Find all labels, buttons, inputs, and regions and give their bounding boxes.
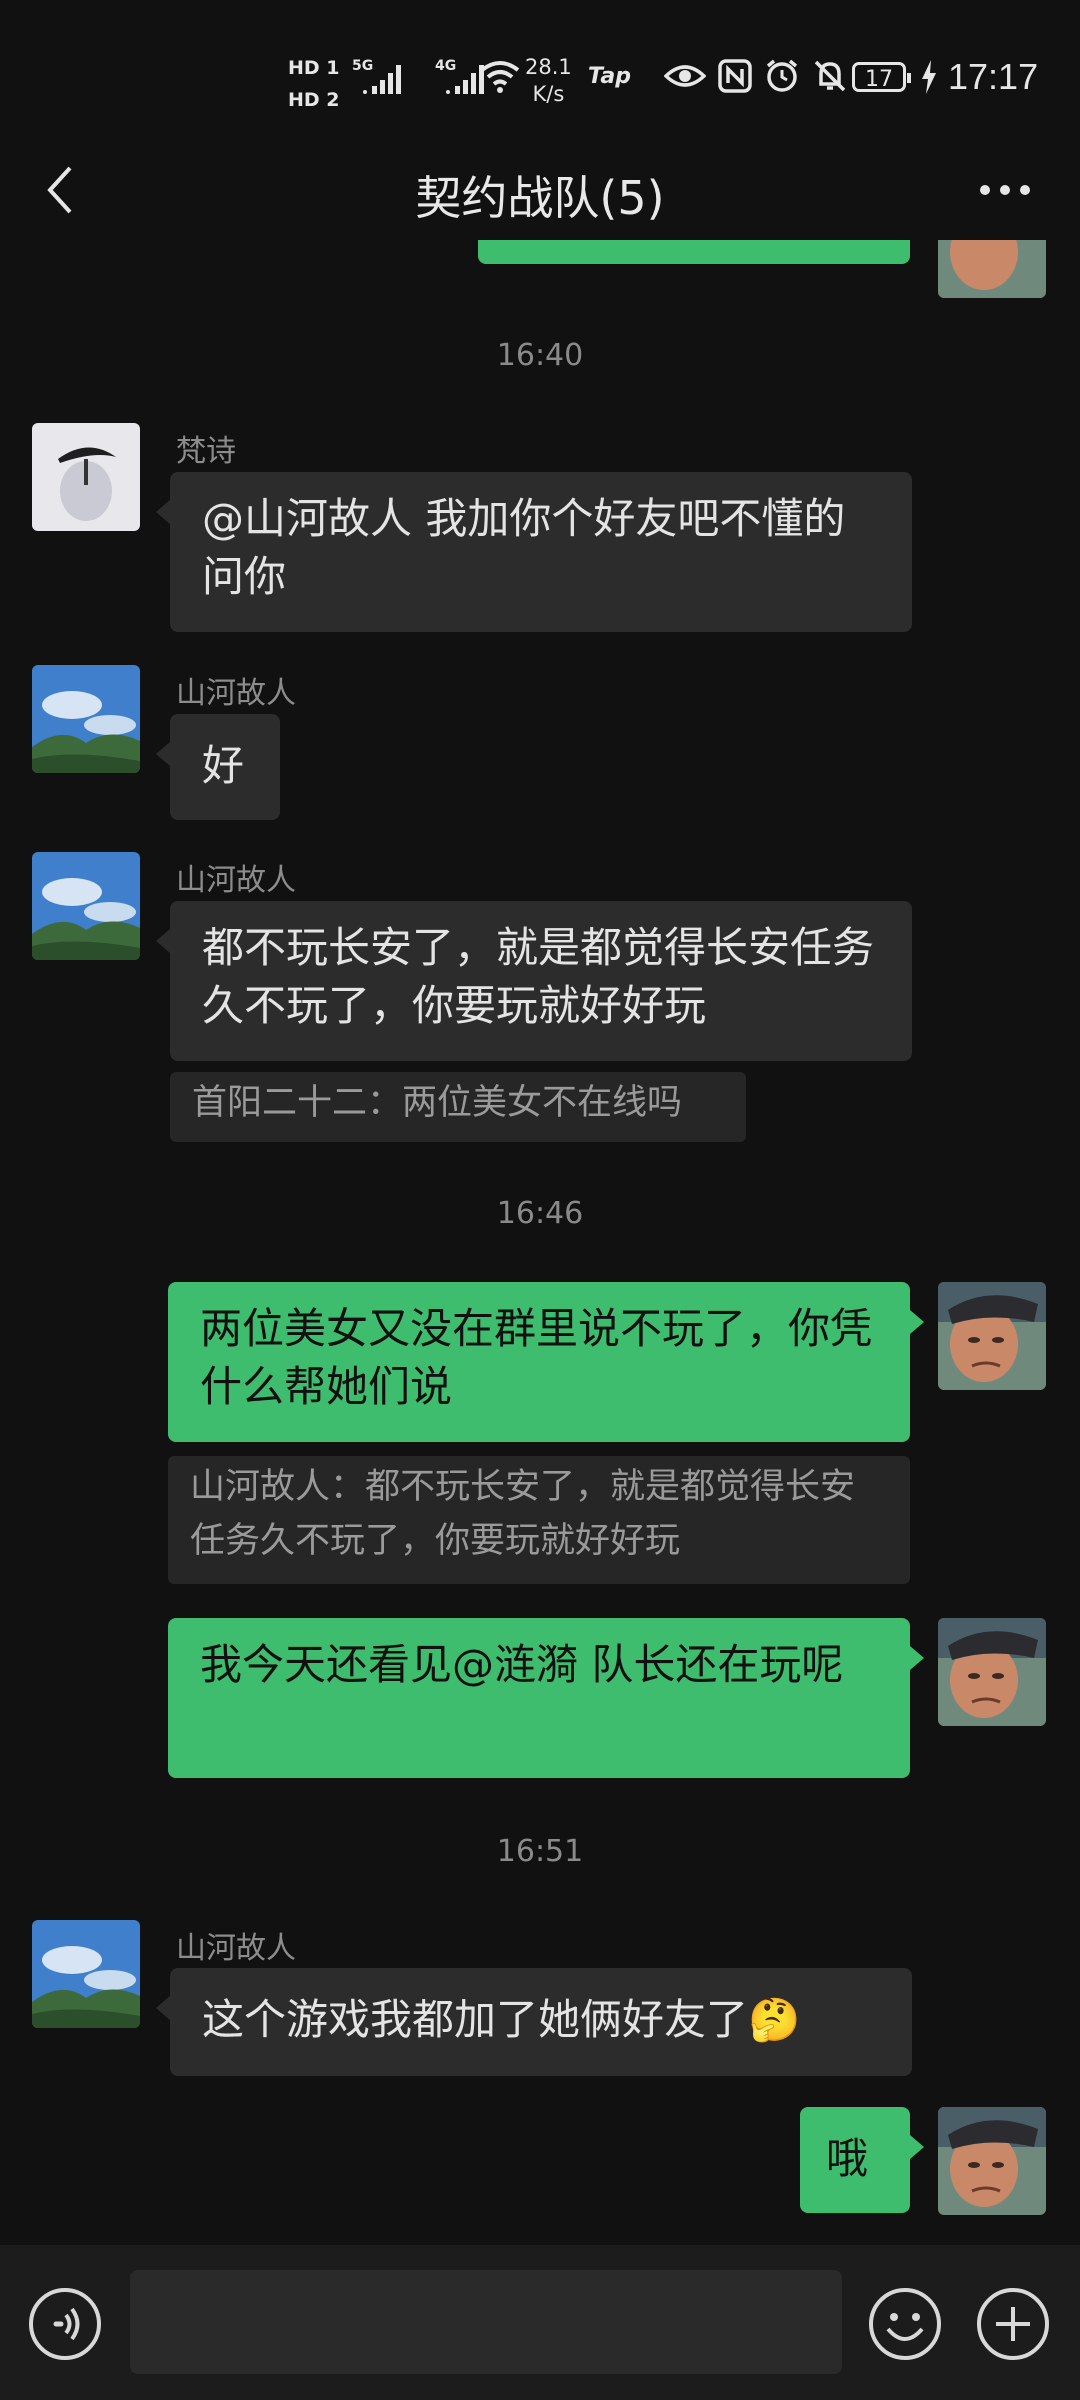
message-bubble[interactable]: 都不玩长安了，就是都觉得长安任务久不玩了，你要玩就好好玩 (156, 901, 912, 1061)
timestamp: 16:46 (496, 1196, 584, 1231)
message-bubble-own[interactable]: 哦 (800, 2107, 924, 2213)
message-bubble[interactable]: 这个游戏我都加了她俩好友了🤔 (156, 1968, 912, 2076)
sender-name: 梵诗 (176, 434, 236, 469)
hd-indicator: HD 1 HD 2 (288, 52, 340, 116)
battery-indicator: 17 (852, 62, 911, 92)
chat-header: 契约战队(5) (0, 140, 1080, 240)
signal-5g-icon: 5G (352, 58, 408, 100)
message-text: 两位美女又没在群里说不玩了，你凭什么帮她们说 (200, 1304, 873, 1411)
sig2-label: 4G (435, 58, 457, 74)
quoted-message[interactable]: 首阳二十二：两位美女不在线吗 (170, 1072, 746, 1142)
hd2-label: HD 2 (288, 89, 340, 111)
timestamp: 16:40 (496, 338, 584, 373)
clock: 17:17 (948, 56, 1039, 97)
network-speed-value: 28.1 (525, 55, 572, 79)
chat-title: 契约战队(5) (415, 171, 665, 225)
message-bubble[interactable]: 好 (156, 714, 280, 820)
more-dots-icon (980, 185, 1030, 195)
timestamp: 16:51 (496, 1834, 584, 1869)
message-text: 哦 (826, 2134, 869, 2183)
avatar-self[interactable] (938, 1618, 1046, 1726)
message-text: 好 (202, 741, 245, 790)
charging-bolt-icon (922, 60, 936, 94)
avatar-self[interactable] (938, 240, 1046, 298)
sig1-label: 5G (352, 58, 374, 74)
message-text: 都不玩长安了，就是都觉得长安任务久不玩了，你要玩就好好玩 (202, 923, 875, 1030)
thinking-emoji-icon: 🤔 (748, 1995, 801, 2044)
tap-indicator: Tap (588, 64, 631, 89)
message-text: @山河故人 我加你个好友吧不懂的问你 (202, 494, 846, 601)
emoji-icon (869, 2288, 941, 2360)
wifi-icon (478, 58, 522, 98)
avatar-shanhe[interactable] (32, 665, 140, 773)
emoji-button[interactable] (868, 2287, 942, 2361)
network-speed: 28.1 K/s (525, 54, 572, 108)
quote-text: 首阳二十二：两位美女不在线吗 (192, 1083, 683, 1123)
plus-button[interactable] (976, 2287, 1050, 2361)
network-speed-unit: K/s (532, 82, 565, 106)
sender-name: 山河故人 (176, 1931, 296, 1966)
message-bubble-own[interactable]: 两位美女又没在群里说不玩了，你凭什么帮她们说 (168, 1282, 924, 1442)
avatar-self[interactable] (938, 1282, 1046, 1390)
message-input[interactable] (130, 2270, 842, 2374)
sender-name: 山河故人 (176, 863, 296, 898)
mute-bell-icon (814, 60, 846, 92)
alarm-icon (766, 59, 798, 92)
message-bubble-own[interactable]: 我今天还看见@涟漪 队长还在玩呢 (168, 1618, 924, 1778)
eye-icon (664, 65, 706, 87)
status-bar: HD 1 HD 2 5G 4G 28.1 K/s Tap 17 17:17 (0, 0, 1080, 140)
quoted-message[interactable]: 山河故人：都不玩长安了，就是都觉得长安任务久不玩了，你要玩就好好玩 (168, 1456, 910, 1584)
input-bar (0, 2245, 1080, 2400)
plus-icon (977, 2288, 1049, 2360)
message-list[interactable]: 16:40 梵诗 @山河故人 我加你个好友吧不懂的问你 山河故人 好 山河故人 … (0, 240, 1080, 2245)
voice-button[interactable] (28, 2287, 102, 2361)
hd1-label: HD 1 (288, 57, 340, 79)
nfc-icon (718, 59, 752, 93)
status-icons (664, 58, 848, 94)
message-bubble-partial[interactable] (478, 240, 910, 264)
message-text: 我今天还看见@涟漪 队长还在玩呢 (200, 1640, 844, 1689)
avatar-shanhe[interactable] (32, 1920, 140, 2028)
avatar-shanhe[interactable] (32, 852, 140, 960)
avatar-fanshi[interactable] (32, 423, 140, 531)
sender-name: 山河故人 (176, 676, 296, 711)
quote-text: 山河故人：都不玩长安了，就是都觉得长安任务久不玩了，你要玩就好好玩 (190, 1467, 856, 1561)
voice-icon (29, 2288, 101, 2360)
message-bubble[interactable]: @山河故人 我加你个好友吧不懂的问你 (156, 472, 912, 632)
avatar-self[interactable] (938, 2107, 1046, 2215)
message-text: 这个游戏我都加了她俩好友了 (202, 1995, 749, 2044)
more-button[interactable] (970, 160, 1040, 220)
